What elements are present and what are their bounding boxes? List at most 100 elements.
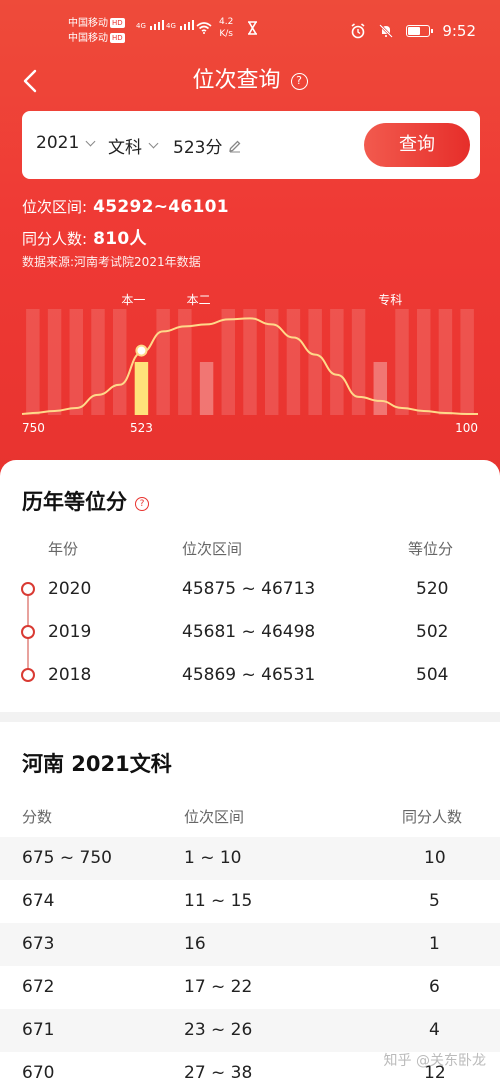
table-row[interactable]: 673 16 1 xyxy=(0,923,500,966)
x-axis-marker-label: 523 xyxy=(130,421,153,435)
score-table-section: 河南 2021文科 分数 位次区间 同分人数 675 ~ 750 1 ~ 10 … xyxy=(0,722,500,1082)
row-score: 674 xyxy=(22,891,55,911)
distribution-bar xyxy=(438,309,453,415)
history-score: 504 xyxy=(416,665,449,685)
row-count: 6 xyxy=(429,977,440,997)
same-score-label: 同分人数: xyxy=(22,230,88,248)
distribution-bar xyxy=(47,309,62,415)
edit-pencil-icon[interactable] xyxy=(228,139,242,153)
batch-label: 本一 xyxy=(121,293,145,307)
row-count: 5 xyxy=(429,891,440,911)
status-bar: 中国移动 HD 中国移动 HD 4G 4G 4.2 K/s 9:52 xyxy=(0,0,500,56)
network-type-1: 4G xyxy=(136,22,146,30)
row-score: 671 xyxy=(22,1020,55,1040)
carrier-1: 中国移动 xyxy=(68,18,108,29)
network-speed: 4.2 K/s xyxy=(219,16,233,40)
score-distribution-chart: 本一 本二 专科 750 523 100 xyxy=(21,292,479,435)
table-row[interactable]: 672 17 ~ 22 6 xyxy=(0,966,500,1009)
table-row[interactable]: 674 11 ~ 15 5 xyxy=(0,880,500,923)
table-row[interactable]: 671 23 ~ 26 4 xyxy=(0,1009,500,1052)
wifi-icon xyxy=(196,22,212,34)
mute-icon xyxy=(379,24,394,38)
network-type-2: 4G xyxy=(166,22,176,30)
year-select[interactable]: 2021 xyxy=(36,133,96,153)
table-header-score: 分数 xyxy=(22,808,53,826)
distribution-bar xyxy=(460,309,474,415)
signal-2-icon: 4G xyxy=(166,20,194,30)
history-score: 520 xyxy=(416,579,449,599)
distribution-bar xyxy=(199,362,214,415)
timeline-dot-icon xyxy=(21,625,35,639)
query-button[interactable]: 查询 xyxy=(364,123,470,167)
row-score: 672 xyxy=(22,977,55,997)
distribution-bar xyxy=(286,309,301,415)
table-header-range: 位次区间 xyxy=(184,808,245,826)
history-header-score: 等位分 xyxy=(408,540,454,558)
history-title: 历年等位分? xyxy=(22,486,149,516)
battery-icon xyxy=(406,25,434,37)
query-card: 2021 文科 523分 查询 xyxy=(22,111,480,179)
row-score: 673 xyxy=(22,934,55,954)
score-input[interactable]: 523分 xyxy=(173,133,242,158)
distribution-bar xyxy=(26,309,40,415)
chevron-down-icon xyxy=(148,138,159,149)
distribution-bar xyxy=(156,309,170,415)
hourglass-icon xyxy=(248,21,257,35)
highlight-bar xyxy=(134,362,149,415)
row-range: 16 xyxy=(184,934,206,954)
distribution-bar xyxy=(69,309,84,415)
same-score-info: 同分人数: 810人 xyxy=(22,224,147,249)
hd-badge-1: HD xyxy=(110,18,125,28)
row-range: 17 ~ 22 xyxy=(184,977,253,997)
chevron-down-icon xyxy=(85,136,96,146)
history-year: 2020 xyxy=(48,579,92,599)
data-source: 数据来源:河南考试院2021年数据 xyxy=(22,255,201,269)
distribution-bar xyxy=(178,309,192,415)
alarm-icon xyxy=(351,23,365,39)
history-header-range: 位次区间 xyxy=(182,540,243,558)
subject-select[interactable]: 文科 xyxy=(108,133,159,158)
distribution-bar xyxy=(373,362,388,415)
help-icon[interactable]: ? xyxy=(290,72,308,90)
speed-value: 4.2 xyxy=(219,17,234,27)
distribution-bar xyxy=(330,309,344,415)
table-title: 河南 2021文科 xyxy=(22,752,172,776)
carrier-info: 中国移动 HD 中国移动 HD xyxy=(68,16,125,46)
row-count: 1 xyxy=(429,934,440,954)
hd-badge-2: HD xyxy=(110,33,125,43)
distribution-bar xyxy=(243,309,257,415)
rank-range-value: 45292~46101 xyxy=(93,197,229,217)
clock: 9:52 xyxy=(442,22,476,40)
row-count: 4 xyxy=(429,1020,440,1040)
history-range: 45869 ~ 46531 xyxy=(182,665,316,685)
score-value: 523分 xyxy=(173,138,223,158)
row-range: 23 ~ 26 xyxy=(184,1020,253,1040)
distribution-bar xyxy=(395,309,409,415)
history-title-text: 历年等位分 xyxy=(22,490,127,514)
table-header-count: 同分人数 xyxy=(402,808,463,826)
distribution-bar xyxy=(221,309,236,415)
history-header-year: 年份 xyxy=(48,540,79,558)
batch-label: 本二 xyxy=(187,293,211,307)
row-count: 10 xyxy=(424,848,446,868)
status-right: 9:52 xyxy=(350,22,476,40)
distribution-bar xyxy=(112,309,127,415)
row-score: 670 xyxy=(22,1063,55,1082)
table-row[interactable]: 675 ~ 750 1 ~ 10 10 xyxy=(0,837,500,880)
x-axis-start-label: 750 xyxy=(22,421,45,435)
page-title: 位次查询? xyxy=(0,66,500,96)
row-range: 27 ~ 38 xyxy=(184,1063,253,1082)
same-score-value: 810人 xyxy=(93,229,147,249)
signal-1-icon: 4G xyxy=(136,20,164,30)
distribution-bar xyxy=(91,309,105,415)
row-range: 11 ~ 15 xyxy=(184,891,253,911)
hero-header: 中国移动 HD 中国移动 HD 4G 4G 4.2 K/s 9:52 位次查询 … xyxy=(0,0,500,480)
distribution-bar xyxy=(416,309,431,415)
carrier-2: 中国移动 xyxy=(68,33,108,44)
help-icon[interactable]: ? xyxy=(135,497,149,511)
page-title-text: 位次查询 xyxy=(192,68,281,93)
year-value: 2021 xyxy=(36,133,80,153)
history-year: 2018 xyxy=(48,665,92,685)
timeline-dot-icon xyxy=(21,668,35,682)
batch-label: 专科 xyxy=(378,292,402,307)
